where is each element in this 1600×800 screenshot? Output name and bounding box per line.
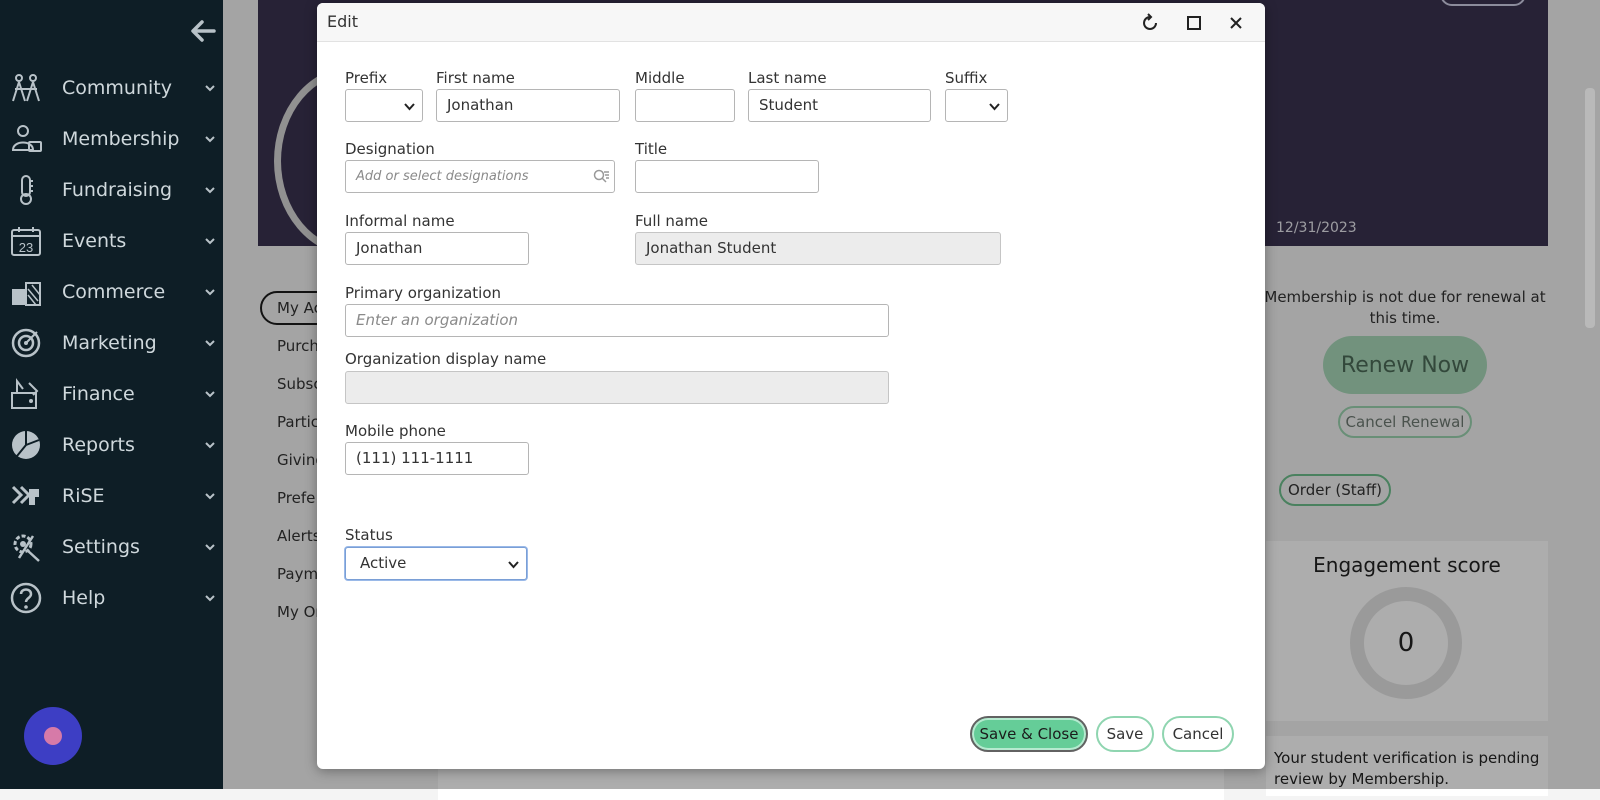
sidebar-item-help[interactable]: Help: [0, 575, 223, 621]
designation-input[interactable]: Add or select designations: [345, 160, 615, 193]
chevron-down-icon: [205, 493, 215, 500]
sidebar-item-label: Events: [62, 230, 127, 252]
sidebar-item-commerce[interactable]: Commerce: [0, 269, 223, 315]
sidebar-item-reports[interactable]: Reports: [0, 422, 223, 468]
rise-icon: [11, 485, 39, 505]
sidebar-item-events[interactable]: 23 Events: [0, 218, 223, 264]
chevron-down-icon: [205, 442, 215, 449]
mobile-phone-label: Mobile phone: [345, 422, 446, 440]
sidebar-item-label: Marketing: [62, 332, 157, 354]
close-icon[interactable]: [1225, 12, 1247, 34]
back-arrow-icon[interactable]: [188, 16, 218, 46]
search-list-icon[interactable]: [592, 168, 610, 186]
chevron-down-icon: [205, 238, 215, 245]
sidebar-item-label: Reports: [62, 434, 135, 456]
commerce-icon: [12, 282, 41, 306]
middle-name-input[interactable]: [635, 89, 735, 122]
svg-text:23: 23: [19, 240, 33, 255]
help-icon: [10, 582, 42, 614]
sidebar-item-label: Community: [62, 77, 172, 99]
chevron-down-icon: [205, 85, 215, 92]
sidebar-item-community[interactable]: Community: [0, 65, 223, 111]
chevron-down-icon: [205, 187, 215, 194]
refresh-icon[interactable]: [1139, 12, 1161, 34]
organization-display-name-field: [345, 371, 889, 404]
suffix-select[interactable]: [945, 89, 1008, 122]
informal-name-input[interactable]: Jonathan: [345, 232, 529, 265]
sidebar-item-label: Commerce: [62, 281, 166, 303]
membership-icon: [11, 125, 42, 152]
dialog-header: Edit: [317, 3, 1265, 42]
edit-dialog: Edit Prefix First name Jonathan Middle L…: [317, 3, 1265, 769]
sidebar-item-fundraising[interactable]: Fundraising: [0, 167, 223, 213]
chat-icon: [44, 727, 62, 745]
full-name-field: Jonathan Student: [635, 232, 1001, 265]
sidebar-item-rise[interactable]: RiSE: [0, 473, 223, 519]
marketing-icon: [11, 328, 41, 358]
prefix-label: Prefix: [345, 69, 388, 87]
cancel-button[interactable]: Cancel: [1162, 716, 1234, 752]
sidebar-item-finance[interactable]: Finance: [0, 371, 223, 417]
suffix-label: Suffix: [945, 69, 988, 87]
primary-organization-label: Primary organization: [345, 284, 501, 302]
sidebar-item-marketing[interactable]: Marketing: [0, 320, 223, 366]
community-icon: [12, 74, 40, 102]
sidebar-item-membership[interactable]: Membership: [0, 116, 223, 162]
fundraising-icon: [20, 175, 33, 205]
settings-icon: [13, 534, 40, 562]
sidebar-item-settings[interactable]: Settings: [0, 524, 223, 570]
chevron-down-icon: [205, 544, 215, 551]
designation-label: Designation: [345, 140, 435, 158]
chevron-down-icon: [508, 561, 519, 569]
finance-icon: [11, 378, 39, 409]
sidebar-item-label: Finance: [62, 383, 135, 405]
sidebar-item-label: RiSE: [62, 485, 105, 507]
dialog-title: Edit: [327, 12, 358, 31]
informal-name-label: Informal name: [345, 212, 455, 230]
chevron-down-icon: [989, 103, 1000, 111]
full-name-label: Full name: [635, 212, 708, 230]
last-name-input[interactable]: Student: [748, 89, 931, 122]
chevron-down-icon: [404, 103, 415, 111]
chat-launcher-button[interactable]: [24, 707, 82, 765]
status-selected-value: Active: [360, 554, 407, 572]
chevron-down-icon: [205, 391, 215, 398]
sidebar-item-label: Help: [62, 587, 106, 609]
sidebar-item-label: Fundraising: [62, 179, 173, 201]
maximize-icon[interactable]: [1183, 12, 1205, 34]
mobile-phone-input[interactable]: (111) 111-1111: [345, 442, 529, 475]
save-and-close-button[interactable]: Save & Close: [970, 716, 1088, 752]
chevron-down-icon: [205, 340, 215, 347]
chevron-down-icon: [205, 289, 215, 296]
chevron-down-icon: [205, 595, 215, 602]
primary-organization-input[interactable]: Enter an organization: [345, 304, 889, 337]
status-select[interactable]: Active: [345, 547, 527, 580]
middle-label: Middle: [635, 69, 685, 87]
last-name-label: Last name: [748, 69, 827, 87]
page-scrollbar[interactable]: [1585, 88, 1595, 328]
status-label: Status: [345, 526, 393, 544]
chevron-down-icon: [205, 136, 215, 143]
sidebar-item-label: Settings: [62, 536, 140, 558]
save-button[interactable]: Save: [1096, 716, 1154, 752]
reports-icon: [12, 431, 40, 459]
first-name-label: First name: [436, 69, 515, 87]
first-name-input[interactable]: Jonathan: [436, 89, 620, 122]
calendar-icon: 23: [11, 227, 41, 256]
title-input[interactable]: [635, 160, 819, 193]
sidebar: Community Membership Fundraising 23 Even…: [0, 0, 223, 789]
prefix-select[interactable]: [345, 89, 423, 122]
organization-display-name-label: Organization display name: [345, 350, 547, 368]
sidebar-item-label: Membership: [62, 128, 180, 150]
title-label: Title: [635, 140, 668, 158]
